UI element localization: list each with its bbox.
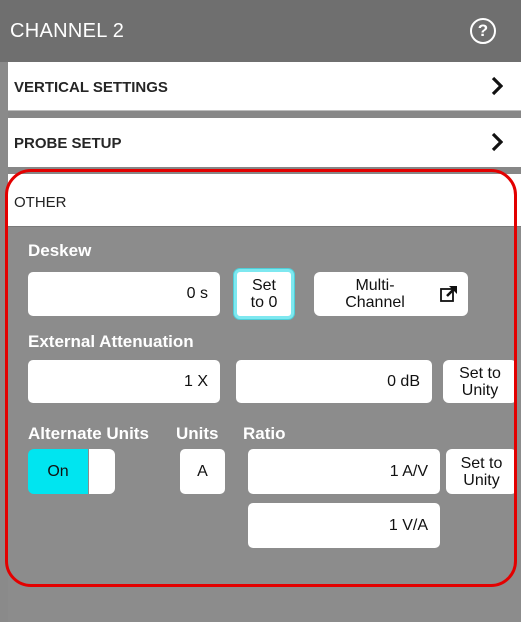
panel-title: CHANNEL 2 (10, 20, 125, 42)
ratio-label: Ratio (243, 424, 286, 443)
chevron-right-icon (491, 76, 503, 96)
button-label: Channel (345, 294, 405, 311)
chevron-right-icon (491, 132, 503, 152)
section-other[interactable]: OTHER (8, 174, 521, 227)
button-label: Set (251, 277, 276, 294)
channel-panel: CHANNEL 2 ? VERTICAL SETTINGS PROBE SETU… (0, 0, 521, 622)
section-vertical-settings[interactable]: VERTICAL SETTINGS (8, 62, 521, 111)
deskew-input[interactable]: 0 s (28, 272, 220, 316)
panel-header: CHANNEL 2 ? (0, 0, 521, 62)
section-label: PROBE SETUP (14, 135, 122, 152)
button-label: Unity (461, 381, 499, 399)
left-strip (0, 62, 8, 622)
units-input[interactable]: A (180, 449, 225, 494)
multi-channel-button[interactable]: Multi- Channel (314, 272, 468, 316)
attenuation-x-input[interactable]: 1 X (28, 360, 220, 403)
attenuation-db-value: 0 dB (387, 372, 420, 390)
deskew-value: 0 s (186, 285, 208, 302)
help-icon[interactable]: ? (470, 18, 496, 44)
button-label: Set to (459, 364, 501, 382)
attenuation-set-to-unity-button[interactable]: Set to Unity (443, 360, 517, 403)
section-probe-setup[interactable]: PROBE SETUP (8, 118, 521, 167)
alternate-units-toggle-off[interactable] (89, 449, 115, 494)
external-attenuation-label: External Attenuation (28, 332, 194, 351)
button-label: to 0 (250, 294, 278, 311)
alternate-units-toggle-on[interactable]: On (28, 449, 88, 494)
attenuation-db-input[interactable]: 0 dB (236, 360, 432, 403)
attenuation-x-value: 1 X (183, 372, 208, 390)
units-value: A (197, 462, 208, 480)
ratio-av-value: 1 A/V (389, 462, 428, 480)
deskew-label: Deskew (28, 241, 92, 260)
button-label: Unity (463, 471, 500, 489)
button-label: Set to (460, 454, 503, 472)
section-label: OTHER (14, 194, 67, 211)
toggle-label: On (47, 462, 69, 480)
ratio-set-to-unity-button[interactable]: Set to Unity (446, 449, 517, 494)
alternate-units-label: Alternate Units (28, 424, 149, 443)
ratio-av-input[interactable]: 1 A/V (248, 449, 440, 494)
ratio-va-value: 1 V/A (388, 516, 428, 534)
external-link-icon (440, 286, 457, 302)
section-label: VERTICAL SETTINGS (14, 79, 168, 96)
units-label: Units (176, 424, 219, 443)
button-label: Multi- (355, 277, 395, 294)
ratio-va-input[interactable]: 1 V/A (248, 503, 440, 548)
set-to-zero-button[interactable]: Set to 0 (234, 269, 294, 319)
